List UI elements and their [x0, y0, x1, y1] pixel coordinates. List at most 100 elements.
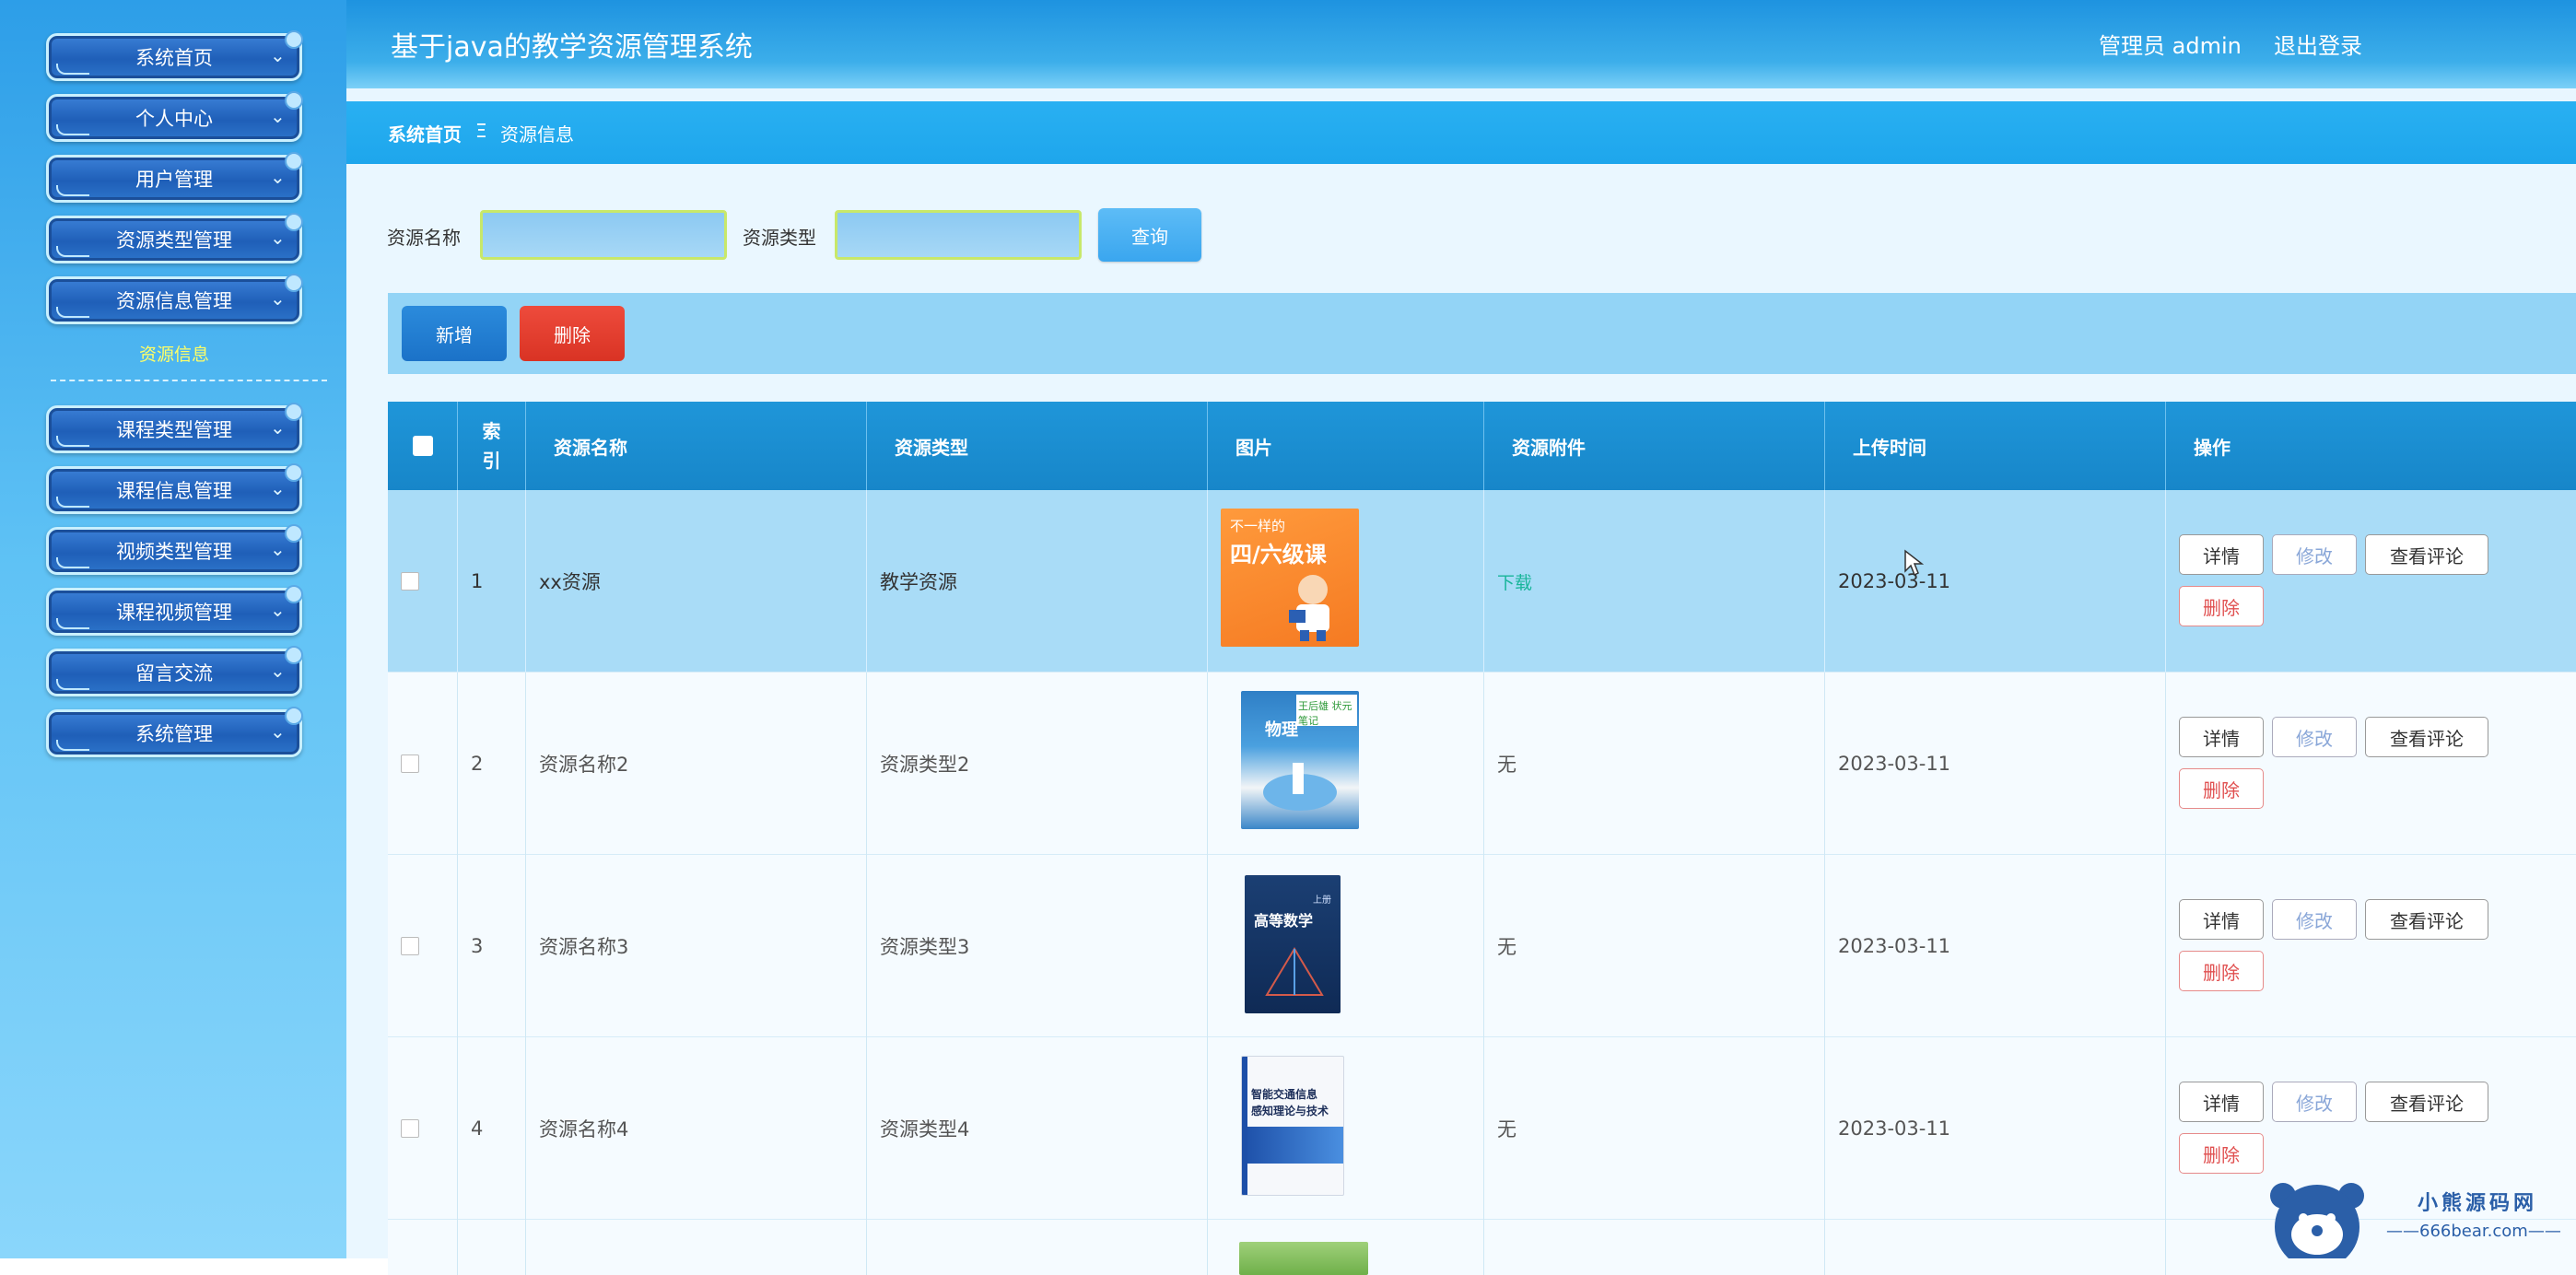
row-checkbox[interactable] — [401, 937, 419, 955]
delete-button[interactable]: 删除 — [2179, 1133, 2264, 1174]
ornament-knob-icon — [285, 30, 303, 49]
cover-caption-top: 高等数学 — [1254, 912, 1314, 930]
sidebar-item-resource-types[interactable]: 资源类型管理 ⌄ — [46, 213, 303, 263]
sidebar-item-label: 系统管理 — [135, 723, 213, 745]
sidebar-item-course-types[interactable]: 课程类型管理 ⌄ — [46, 403, 303, 453]
mouse-cursor-icon — [1904, 549, 1924, 577]
header-select-all[interactable] — [388, 402, 458, 490]
cover-caption-main: 王后雄 状元笔记 — [1298, 700, 1352, 727]
logout-link[interactable]: 退出登录 — [2274, 28, 2362, 60]
sidebar-item-label: 课程信息管理 — [116, 480, 232, 502]
row-attachment: 无 — [1484, 855, 1825, 1037]
edit-button[interactable]: 修改 — [2272, 534, 2357, 575]
sidebar: 系统首页 ⌄ 个人中心 ⌄ 用户管理 ⌄ 资源类型管理 ⌄ 资源信息管理 ⌄ 资… — [0, 0, 346, 1258]
chevron-down-icon: ⌄ — [270, 227, 286, 249]
resource-cover-image[interactable]: 高等数学 上册 — [1245, 875, 1341, 1013]
cover-caption-top: 智能交通信息 — [1251, 1088, 1318, 1101]
sidebar-subitem-resource-info[interactable]: 资源信息 — [46, 341, 302, 366]
row-resource-type: 资源类型4 — [867, 1037, 1208, 1220]
row-checkbox[interactable] — [401, 1119, 419, 1138]
sidebar-item-label: 用户管理 — [135, 169, 213, 191]
delete-button[interactable]: 删除 — [2179, 951, 2264, 991]
row-image-cell — [1208, 1220, 1484, 1275]
column-header-attachment: 资源附件 — [1484, 402, 1825, 490]
column-header-upload-time: 上传时间 — [1825, 402, 2166, 490]
sidebar-item-messages[interactable]: 留言交流 ⌄ — [46, 646, 303, 696]
detail-button[interactable]: 详情 — [2179, 899, 2264, 940]
ornament-swirl-icon — [56, 679, 89, 690]
chevron-down-icon: ⌄ — [270, 599, 286, 621]
ornament-swirl-icon — [56, 497, 89, 508]
chevron-down-icon: ⌄ — [270, 44, 286, 66]
ornament-knob-icon — [285, 463, 303, 482]
sidebar-item-label: 留言交流 — [135, 662, 213, 684]
ornament-swirl-icon — [56, 307, 89, 318]
detail-button[interactable]: 详情 — [2179, 717, 2264, 757]
row-actions: 详情 修改 查看评论 删除 — [2166, 490, 2576, 673]
table-row[interactable]: 2 资源名称2 资源类型2 王后雄 状元笔记 物理 无 2023-03-11 详… — [388, 673, 2576, 855]
row-index: 2 — [458, 673, 526, 855]
table-row[interactable]: 3 资源名称3 资源类型3 高等数学 上册 无 2023-03-11 详情 修改… — [388, 855, 2576, 1037]
add-button[interactable]: 新增 — [402, 306, 507, 361]
chevron-down-icon: ⌄ — [270, 720, 286, 743]
ornament-swirl-icon — [56, 740, 89, 751]
sidebar-item-profile[interactable]: 个人中心 ⌄ — [46, 91, 303, 142]
sidebar-item-course-info[interactable]: 课程信息管理 ⌄ — [46, 463, 303, 514]
edit-button[interactable]: 修改 — [2272, 1082, 2357, 1122]
chevron-down-icon: ⌄ — [270, 166, 286, 188]
resource-type-input[interactable] — [835, 210, 1082, 260]
edit-button[interactable]: 修改 — [2272, 717, 2357, 757]
sidebar-item-resource-info[interactable]: 资源信息管理 ⌄ — [46, 274, 303, 324]
sidebar-item-label: 课程类型管理 — [116, 419, 232, 441]
row-upload-time: 2023-03-11 — [1825, 673, 2166, 855]
watermark-brand: 小熊源码网 — [2418, 1192, 2538, 1215]
cover-illustration-icon — [1263, 763, 1337, 811]
column-header-index-line2: 引 — [482, 450, 501, 472]
sidebar-item-users[interactable]: 用户管理 ⌄ — [46, 152, 303, 203]
detail-button[interactable]: 详情 — [2179, 534, 2264, 575]
resource-cover-image[interactable]: 智能交通信息 感知理论与技术 — [1241, 1056, 1344, 1196]
sidebar-item-home[interactable]: 系统首页 ⌄ — [46, 30, 303, 81]
delete-button[interactable]: 删除 — [2179, 768, 2264, 809]
sidebar-item-system[interactable]: 系统管理 ⌄ — [46, 707, 303, 757]
query-button[interactable]: 查询 — [1098, 208, 1201, 262]
ornament-knob-icon — [285, 524, 303, 543]
current-user: 管理员 admin — [2099, 33, 2242, 59]
detail-button[interactable]: 详情 — [2179, 1082, 2264, 1122]
chevron-down-icon: ⌄ — [270, 538, 286, 560]
row-index: 3 — [458, 855, 526, 1037]
row-index: 4 — [458, 1037, 526, 1220]
view-comments-button[interactable]: 查看评论 — [2365, 534, 2488, 575]
resource-cover-image[interactable]: 王后雄 状元笔记 物理 — [1241, 691, 1359, 829]
resource-cover-image[interactable]: 不一样的 四/六级课 — [1221, 509, 1359, 647]
bear-logo-icon — [2270, 1183, 2364, 1258]
header-gap — [346, 88, 2576, 101]
breadcrumb: 系统首页 Ξ 资源信息 — [346, 101, 2576, 164]
view-comments-button[interactable]: 查看评论 — [2365, 899, 2488, 940]
view-comments-button[interactable]: 查看评论 — [2365, 717, 2488, 757]
row-checkbox[interactable] — [401, 572, 419, 591]
row-checkbox[interactable] — [401, 754, 419, 773]
row-upload-time: 2023-03-11 — [1825, 855, 2166, 1037]
sidebar-item-label: 资源信息管理 — [116, 290, 232, 312]
column-header-index: 索 引 — [458, 402, 526, 490]
edit-button[interactable]: 修改 — [2272, 899, 2357, 940]
table-row[interactable]: 1 xx资源 教学资源 不一样的 四/六级课 下载 2023-03-11 详情 … — [388, 490, 2576, 673]
row-resource-name: 资源名称2 — [526, 673, 867, 855]
column-header-index-label: 索 引 — [483, 416, 501, 475]
cartoon-figure-icon — [1289, 575, 1329, 641]
sidebar-item-label: 视频类型管理 — [116, 541, 232, 563]
download-link[interactable]: 下载 — [1497, 569, 1532, 594]
delete-button[interactable]: 删除 — [2179, 586, 2264, 626]
batch-delete-button[interactable]: 删除 — [520, 306, 625, 361]
resource-name-input[interactable] — [480, 210, 727, 260]
sidebar-item-video-types[interactable]: 视频类型管理 ⌄ — [46, 524, 303, 575]
select-all-checkbox[interactable] — [412, 436, 433, 456]
ornament-knob-icon — [285, 646, 303, 664]
breadcrumb-home[interactable]: 系统首页 — [388, 120, 462, 146]
resource-cover-image[interactable] — [1239, 1242, 1368, 1275]
view-comments-button[interactable]: 查看评论 — [2365, 1082, 2488, 1122]
sidebar-item-course-videos[interactable]: 课程视频管理 ⌄ — [46, 585, 303, 636]
ornament-knob-icon — [285, 585, 303, 603]
cover-geometry-icon — [1265, 947, 1324, 996]
